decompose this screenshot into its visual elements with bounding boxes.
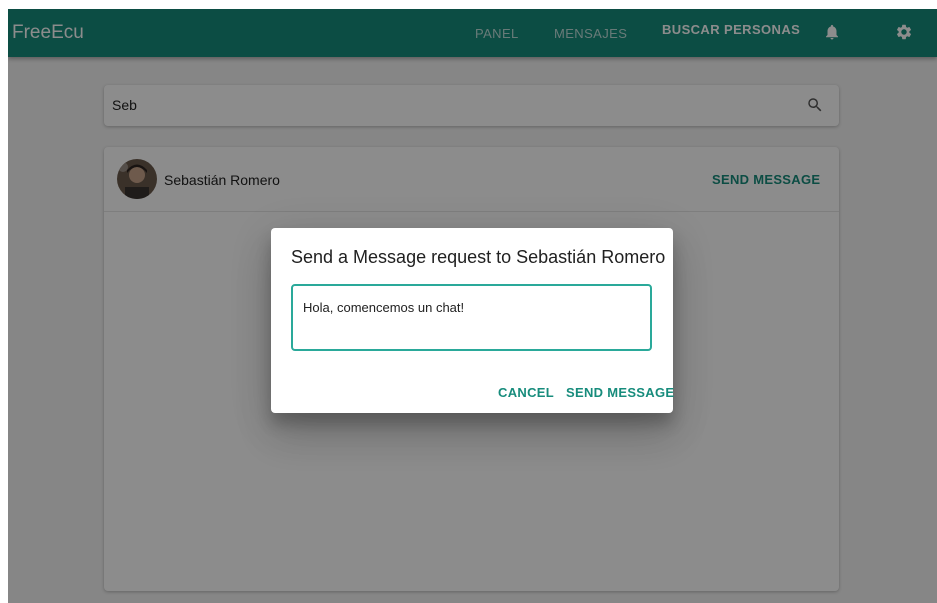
message-request-dialog: Send a Message request to Sebastián Rome… <box>271 228 674 413</box>
cancel-button[interactable]: CANCEL <box>498 385 554 400</box>
dialog-title: Send a Message request to Sebastián Rome… <box>291 247 666 267</box>
app-window: FreeEcu PANEL MENSAJES BUSCAR PERSONAS S… <box>8 9 937 603</box>
message-field[interactable]: Hola, comencemos un chat! <box>291 284 652 351</box>
dialog-send-message-button[interactable]: SEND MESSAGE <box>566 385 674 400</box>
